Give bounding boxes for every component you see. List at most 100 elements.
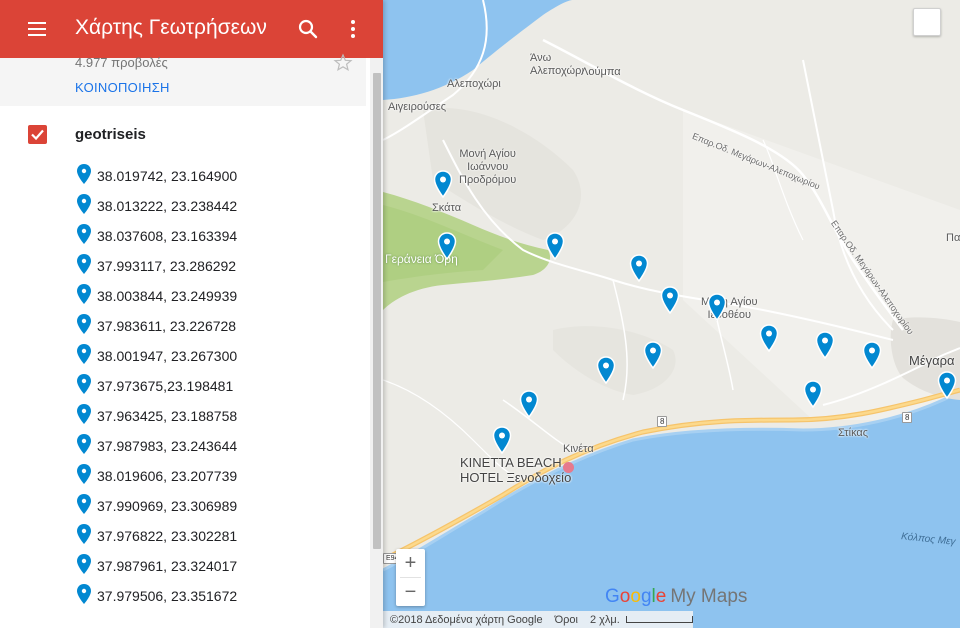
list-item[interactable]: 37.990969, 23.306989 [0,490,366,520]
map-marker[interactable] [492,426,512,454]
map-pin-icon [596,356,616,384]
place-label-pa: Πα [946,232,960,244]
map-marker[interactable] [660,286,680,314]
scale-bar [625,616,693,623]
google-my-maps-logo: Google My Maps [605,586,748,607]
map-pin-icon [492,426,512,454]
map-pin-icon [77,464,91,484]
map-info-section [0,58,366,106]
list-item[interactable]: 38.019606, 23.207739 [0,460,366,490]
map-pin-icon [77,434,91,454]
coordinate-text: 38.001947, 23.267300 [97,348,238,364]
list-item[interactable]: 38.019742, 23.164900 [0,160,366,190]
view-count: 4.977 προβολές [75,55,168,70]
page-title: Χάρτης Γεωτρήσεων [75,16,267,39]
app-header: Χάρτης Γεωτρήσεων [0,0,383,58]
road-shield-8: 8 [902,412,913,423]
map-marker[interactable] [759,324,779,352]
coordinate-text: 38.003844, 23.249939 [97,288,238,304]
map-marker[interactable] [707,293,727,321]
map-pin-icon [77,494,91,514]
map-view[interactable]: Άνω Αλεποχώρι Λούμπα Αλεποχώρι Αιγειρούσ… [383,0,960,628]
map-pin-icon [437,232,457,260]
list-item[interactable]: 37.987961, 23.324017 [0,550,366,580]
share-button[interactable]: ΚΟΙΝΟΠΟΙΗΣΗ [75,80,170,95]
map-marker[interactable] [643,341,663,369]
map-marker[interactable] [937,371,957,399]
coordinate-text: 37.976822, 23.302281 [97,528,238,544]
list-item[interactable]: 37.987983, 23.243644 [0,430,366,460]
map-pin-icon [77,254,91,274]
map-marker[interactable] [629,254,649,282]
coordinate-text: 38.019742, 23.164900 [97,168,238,184]
list-item[interactable]: 37.963425, 23.188758 [0,400,366,430]
list-item[interactable]: 38.001947, 23.267300 [0,340,366,370]
coordinate-text: 37.979506, 23.351672 [97,588,238,604]
coordinate-text: 38.019606, 23.207739 [97,468,238,484]
zoom-in-button[interactable]: + [396,549,425,577]
map-pin-icon [815,331,835,359]
more-vert-icon[interactable] [342,18,364,40]
zoom-out-button[interactable]: − [396,578,425,606]
map-pin-icon [433,170,453,198]
layer-name: geotriseis [75,126,146,143]
map-pin-icon [77,554,91,574]
map-marker[interactable] [803,380,823,408]
coordinate-text: 38.013222, 23.238442 [97,198,238,214]
coordinate-text: 37.973675,23.198481 [97,378,234,394]
map-pin-icon [862,341,882,369]
map-pin-icon [707,293,727,321]
list-item[interactable]: 38.013222, 23.238442 [0,190,366,220]
map-pin-icon [77,524,91,544]
check-icon [31,129,44,141]
coordinate-text: 37.993117, 23.286292 [97,258,237,274]
map-marker[interactable] [596,356,616,384]
map-pin-icon [77,584,91,604]
coordinate-text: 37.990969, 23.306989 [97,498,238,514]
list-item[interactable]: 37.976822, 23.302281 [0,520,366,550]
coordinate-text: 37.963425, 23.188758 [97,408,238,424]
map-marker[interactable] [862,341,882,369]
place-label-moni-ioannou: Μονή Αγίου Ιωάννου Προδρόμου [459,148,517,186]
map-pin-icon [77,284,91,304]
map-marker[interactable] [545,232,565,260]
place-label-loumpa: Λούμπα [581,66,621,78]
map-pin-icon [77,374,91,394]
sidebar-panel: Χάρτης Γεωτρήσεων 4.977 προβολές ΚΟΙΝΟΠΟ… [0,0,383,628]
list-item[interactable]: 37.983611, 23.226728 [0,310,366,340]
map-pin-icon [77,344,91,364]
list-item[interactable]: 37.993117, 23.286292 [0,250,366,280]
map-pin-icon [629,254,649,282]
list-item[interactable]: 37.973675,23.198481 [0,370,366,400]
hotel-icon [563,462,574,473]
map-pin-icon [759,324,779,352]
map-pin-icon [77,314,91,334]
terms-link[interactable]: Όροι [555,614,578,626]
coordinate-text: 37.987961, 23.324017 [97,558,238,574]
menu-icon[interactable] [27,19,47,39]
star-icon[interactable] [333,53,353,73]
fullscreen-button[interactable] [913,8,941,36]
map-pin-icon [803,380,823,408]
map-copyright: ©2018 Δεδομένα χάρτη Google [390,613,543,626]
layer-checkbox[interactable] [28,125,47,144]
map-pin-icon [77,224,91,244]
search-icon[interactable] [297,18,319,40]
map-pin-icon [545,232,565,260]
map-marker[interactable] [815,331,835,359]
map-pin-icon [77,404,91,424]
map-marker[interactable] [519,390,539,418]
scrollbar-thumb[interactable] [373,73,381,549]
map-pin-icon [77,194,91,214]
map-marker[interactable] [433,170,453,198]
place-label-skata: Σκάτα [432,202,462,214]
coordinate-text: 38.037608, 23.163394 [97,228,238,244]
map-pin-icon [77,164,91,184]
list-item[interactable]: 37.979506, 23.351672 [0,580,366,610]
coordinate-text: 37.987983, 23.243644 [97,438,238,454]
map-marker[interactable] [437,232,457,260]
place-label-megara: Μέγαρα [909,353,955,368]
list-item[interactable]: 38.037608, 23.163394 [0,220,366,250]
place-label-kinetta-hotel: KINETTA BEACH HOTEL Ξενοδοχείο [460,455,572,485]
list-item[interactable]: 38.003844, 23.249939 [0,280,366,310]
